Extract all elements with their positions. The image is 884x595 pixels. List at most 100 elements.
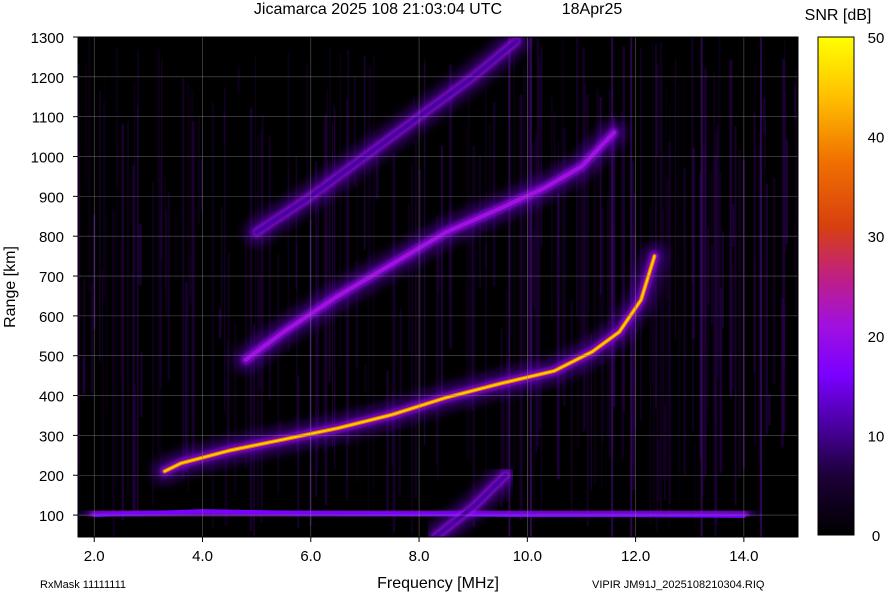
y-tick-label: 1300	[31, 30, 64, 47]
noise-column	[408, 204, 410, 351]
noise-column	[440, 145, 444, 394]
noise-column	[674, 58, 677, 341]
noise-column	[136, 107, 139, 517]
noise-column	[189, 87, 192, 317]
x-tick-label: 14.0	[729, 548, 758, 565]
noise-column	[82, 356, 86, 395]
interference-line	[760, 37, 763, 537]
interference-line	[700, 37, 703, 537]
interference-line	[611, 37, 614, 537]
noise-column	[640, 47, 642, 421]
y-tick-label: 1000	[31, 150, 64, 167]
noise-column	[732, 204, 735, 247]
noise-column	[485, 192, 487, 506]
colorbar-tick-label: 10	[868, 428, 884, 445]
noise-column	[561, 37, 564, 397]
noise-column	[185, 282, 188, 473]
noise-column	[659, 41, 663, 246]
noise-column	[581, 46, 585, 365]
noise-column	[175, 211, 177, 281]
noise-column	[570, 298, 573, 515]
noise-column	[557, 142, 560, 256]
noise-column	[665, 262, 669, 479]
interference-line	[508, 37, 511, 537]
noise-column	[198, 116, 200, 225]
noise-column	[710, 245, 714, 325]
noise-column	[468, 96, 470, 461]
noise-column	[152, 181, 154, 506]
noise-column	[556, 244, 558, 293]
noise-column	[410, 164, 414, 535]
noise-column	[88, 37, 91, 293]
y-tick-label: 200	[39, 468, 64, 485]
colorbar-tick-label: 20	[868, 329, 884, 346]
noise-column	[121, 123, 124, 521]
noise-column	[367, 115, 369, 517]
noise-column	[652, 42, 654, 386]
colorbar-tick-label: 40	[868, 130, 884, 147]
x-tick-label: 12.0	[621, 548, 650, 565]
noise-column	[692, 159, 695, 245]
y-tick-label: 300	[39, 428, 64, 445]
noise-column	[227, 252, 230, 445]
noise-column	[115, 146, 119, 491]
y-tick-label: 1200	[31, 70, 64, 87]
noise-column	[655, 301, 659, 531]
noise-column	[368, 65, 372, 278]
colorbar-ticks: 50 40 30 20 10 0	[868, 30, 884, 545]
y-tick-label: 400	[39, 389, 64, 406]
x-tick-label: 10.0	[513, 548, 542, 565]
x-tick-label: 2.0	[84, 548, 105, 565]
noise-column	[714, 388, 717, 420]
noise-column	[164, 176, 167, 290]
noise-column	[85, 65, 87, 190]
noise-column	[102, 267, 104, 519]
noise-column	[295, 156, 297, 291]
noise-column	[492, 101, 496, 287]
noise-column	[664, 404, 666, 501]
noise-column	[716, 123, 719, 378]
x-tick-label: 4.0	[192, 548, 213, 565]
noise-column	[167, 192, 171, 381]
noise-column	[103, 101, 107, 298]
noise-column	[399, 308, 402, 399]
noise-column	[709, 169, 713, 239]
noise-column	[489, 123, 491, 211]
noise-column	[795, 69, 797, 317]
noise-column	[540, 379, 542, 518]
colorbar-tick-label: 30	[868, 229, 884, 246]
noise-column	[691, 331, 694, 431]
colorbar-tick-label: 50	[868, 30, 884, 47]
file-label: VIPIR JM91J_2025108210304.RIQ	[592, 579, 765, 591]
noise-column	[182, 77, 185, 479]
noise-column	[223, 108, 226, 143]
noise-column	[738, 150, 742, 478]
noise-column	[553, 111, 556, 175]
noise-column	[576, 39, 580, 448]
noise-column	[519, 94, 523, 520]
noise-column	[268, 136, 271, 401]
noise-column	[513, 52, 515, 471]
noise-column	[773, 178, 776, 384]
noise-column	[339, 53, 342, 368]
noise-column	[78, 104, 81, 331]
chart-date: 18Apr25	[562, 1, 623, 18]
noise-column	[99, 90, 101, 362]
colorbar-tick-label: 0	[872, 528, 880, 545]
noise-column	[732, 264, 734, 387]
noise-column	[138, 224, 142, 285]
noise-column	[115, 47, 119, 188]
noise-column	[191, 121, 195, 462]
noise-column	[237, 66, 240, 94]
rxmask-label: RxMask 11111111	[40, 579, 126, 591]
noise-column	[234, 322, 237, 495]
ionogram-figure: 2.0 4.0 6.0 8.0 10.0 12.0 14.0 100200300400500…	[2, 1, 884, 592]
y-tick-label: 100	[39, 508, 64, 525]
noise-column	[112, 209, 116, 537]
noise-column	[523, 65, 526, 389]
y-tick-label: 800	[39, 229, 64, 246]
noise-column	[277, 254, 280, 495]
chart-title: Jicamarca 2025 108 21:03:04 UTC	[254, 1, 502, 18]
y-tick-label: 700	[39, 269, 64, 286]
noise-column	[106, 213, 108, 415]
